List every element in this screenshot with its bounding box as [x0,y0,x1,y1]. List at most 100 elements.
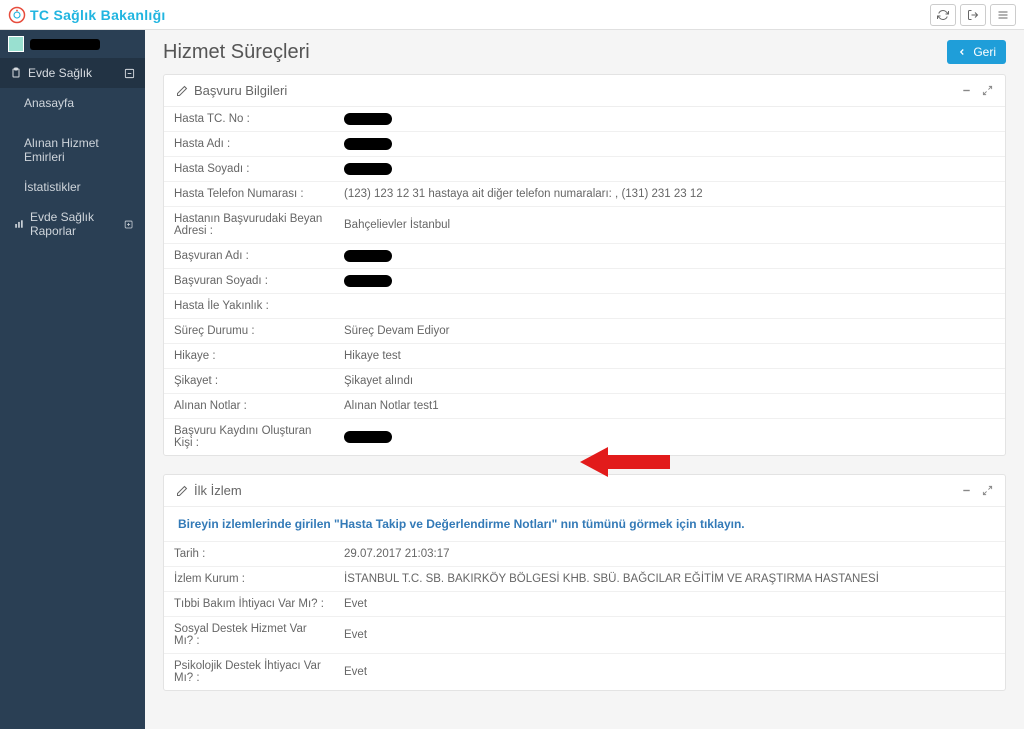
user-name-redacted [30,39,100,50]
table-row: Alınan Notlar :Alınan Notlar test1 [164,394,1005,419]
panel-expand-button[interactable] [982,485,993,496]
expand-icon [982,485,993,496]
row-label: Sosyal Destek Hizmet Var Mı? : [164,617,334,654]
row-value: İSTANBUL T.C. SB. BAKIRKÖY BÖLGESİ KHB. … [334,567,1005,592]
row-label: Başvuran Adı : [164,244,334,269]
row-value: Süreç Devam Ediyor [334,319,1005,344]
nav-item-home[interactable]: Anasayfa [0,88,145,118]
row-value [334,419,1005,456]
back-button[interactable]: Geri [947,40,1006,64]
panel-ilk-izlem: İlk İzlem Bireyin izlemlerinde girilen "… [163,474,1006,691]
refresh-icon [937,9,949,21]
topbar-title: TC Sağlık Bakanlığı [30,7,166,23]
panel-ilk-izlem-title: İlk İzlem [194,483,242,498]
table-row: Sosyal Destek Hizmet Var Mı? :Evet [164,617,1005,654]
redacted-value [344,138,392,150]
nav-section-label: Evde Sağlık [28,66,92,80]
nav-item-reports[interactable]: Evde Sağlık Raporlar [0,202,145,246]
clipboard-icon [10,67,22,79]
page-title: Hizmet Süreçleri [163,41,310,64]
edit-icon [176,485,188,497]
table-row: Başvuran Soyadı : [164,269,1005,294]
table-row: Süreç Durumu :Süreç Devam Ediyor [164,319,1005,344]
redacted-value [344,113,392,125]
row-value [334,269,1005,294]
plus-square-icon [124,219,133,230]
row-value: Evet [334,617,1005,654]
table-row: Psikolojik Destek İhtiyacı Var Mı? :Evet [164,654,1005,691]
edit-icon [176,85,188,97]
table-row: Hastanın Başvurudaki Beyan Adresi :Bahçe… [164,207,1005,244]
sidebar: Evde Sağlık Anasayfa Alınan Hizmet Emirl… [0,30,145,729]
panel-basvuru-title: Başvuru Bilgileri [194,83,287,98]
logout-icon [967,9,979,21]
row-label: Şikayet : [164,369,334,394]
nav-item-reports-label: Evde Sağlık Raporlar [30,210,124,238]
row-label: Başvuru Kaydını Oluşturan Kişi : [164,419,334,456]
chart-icon [14,218,24,230]
row-label: Tıbbi Bakım İhtiyacı Var Mı? : [164,592,334,617]
refresh-button[interactable] [930,4,956,26]
row-label: Başvuran Soyadı : [164,269,334,294]
row-value: Hikaye test [334,344,1005,369]
row-value [334,294,1005,319]
table-row: Hasta Telefon Numarası :(123) 123 12 31 … [164,182,1005,207]
row-value: 29.07.2017 21:03:17 [334,542,1005,567]
table-row: Tıbbi Bakım İhtiyacı Var Mı? :Evet [164,592,1005,617]
minus-icon [961,485,972,496]
redacted-value [344,163,392,175]
table-row: Hasta Soyadı : [164,157,1005,182]
row-label: Hasta Soyadı : [164,157,334,182]
menu-button[interactable] [990,4,1016,26]
row-value [334,244,1005,269]
chevron-left-icon [957,47,967,57]
table-row: Başvuran Adı : [164,244,1005,269]
table-row: Hasta Adı : [164,132,1005,157]
row-label: Tarih : [164,542,334,567]
nav-item-stats[interactable]: İstatistikler [0,172,145,202]
minus-icon [961,85,972,96]
main-content: Hizmet Süreçleri Geri Başvuru Bilgileri … [145,30,1024,729]
row-label: Hasta Telefon Numarası : [164,182,334,207]
row-value [334,157,1005,182]
row-label: Hasta İle Yakınlık : [164,294,334,319]
back-button-label: Geri [973,45,996,59]
redacted-value [344,431,392,443]
row-label: İzlem Kurum : [164,567,334,592]
ministry-logo-icon [8,6,26,24]
row-label: Hikaye : [164,344,334,369]
row-label: Hasta TC. No : [164,107,334,132]
table-row: Şikayet :Şikayet alındı [164,369,1005,394]
topbar-tools [930,4,1016,26]
logout-button[interactable] [960,4,986,26]
row-value: (123) 123 12 31 hastaya ait diğer telefo… [334,182,1005,207]
table-row: Hasta TC. No : [164,107,1005,132]
brand: TC Sağlık Bakanlığı [8,6,166,24]
row-label: Alınan Notlar : [164,394,334,419]
user-row [0,30,145,58]
panel-collapse-button[interactable] [961,485,972,496]
row-value: Evet [334,592,1005,617]
topbar: TC Sağlık Bakanlığı [0,0,1024,30]
row-value [334,132,1005,157]
row-value: Bahçelievler İstanbul [334,207,1005,244]
nav-section-toggle[interactable]: Evde Sağlık [0,58,145,88]
user-avatar [8,36,24,52]
row-label: Süreç Durumu : [164,319,334,344]
row-value: Şikayet alındı [334,369,1005,394]
view-all-notes-link[interactable]: Bireyin izlemlerinde girilen "Hasta Taki… [178,517,745,531]
redacted-value [344,275,392,287]
row-value: Evet [334,654,1005,691]
table-row: Hasta İle Yakınlık : [164,294,1005,319]
table-row: Tarih :29.07.2017 21:03:17 [164,542,1005,567]
row-value [334,107,1005,132]
row-label: Hasta Adı : [164,132,334,157]
table-row: İzlem Kurum :İSTANBUL T.C. SB. BAKIRKÖY … [164,567,1005,592]
nav-item-orders[interactable]: Alınan Hizmet Emirleri [0,128,145,172]
table-row: Hikaye :Hikaye test [164,344,1005,369]
row-label: Psikolojik Destek İhtiyacı Var Mı? : [164,654,334,691]
panel-collapse-button[interactable] [961,85,972,96]
expand-icon [982,85,993,96]
panel-expand-button[interactable] [982,85,993,96]
row-value: Alınan Notlar test1 [334,394,1005,419]
